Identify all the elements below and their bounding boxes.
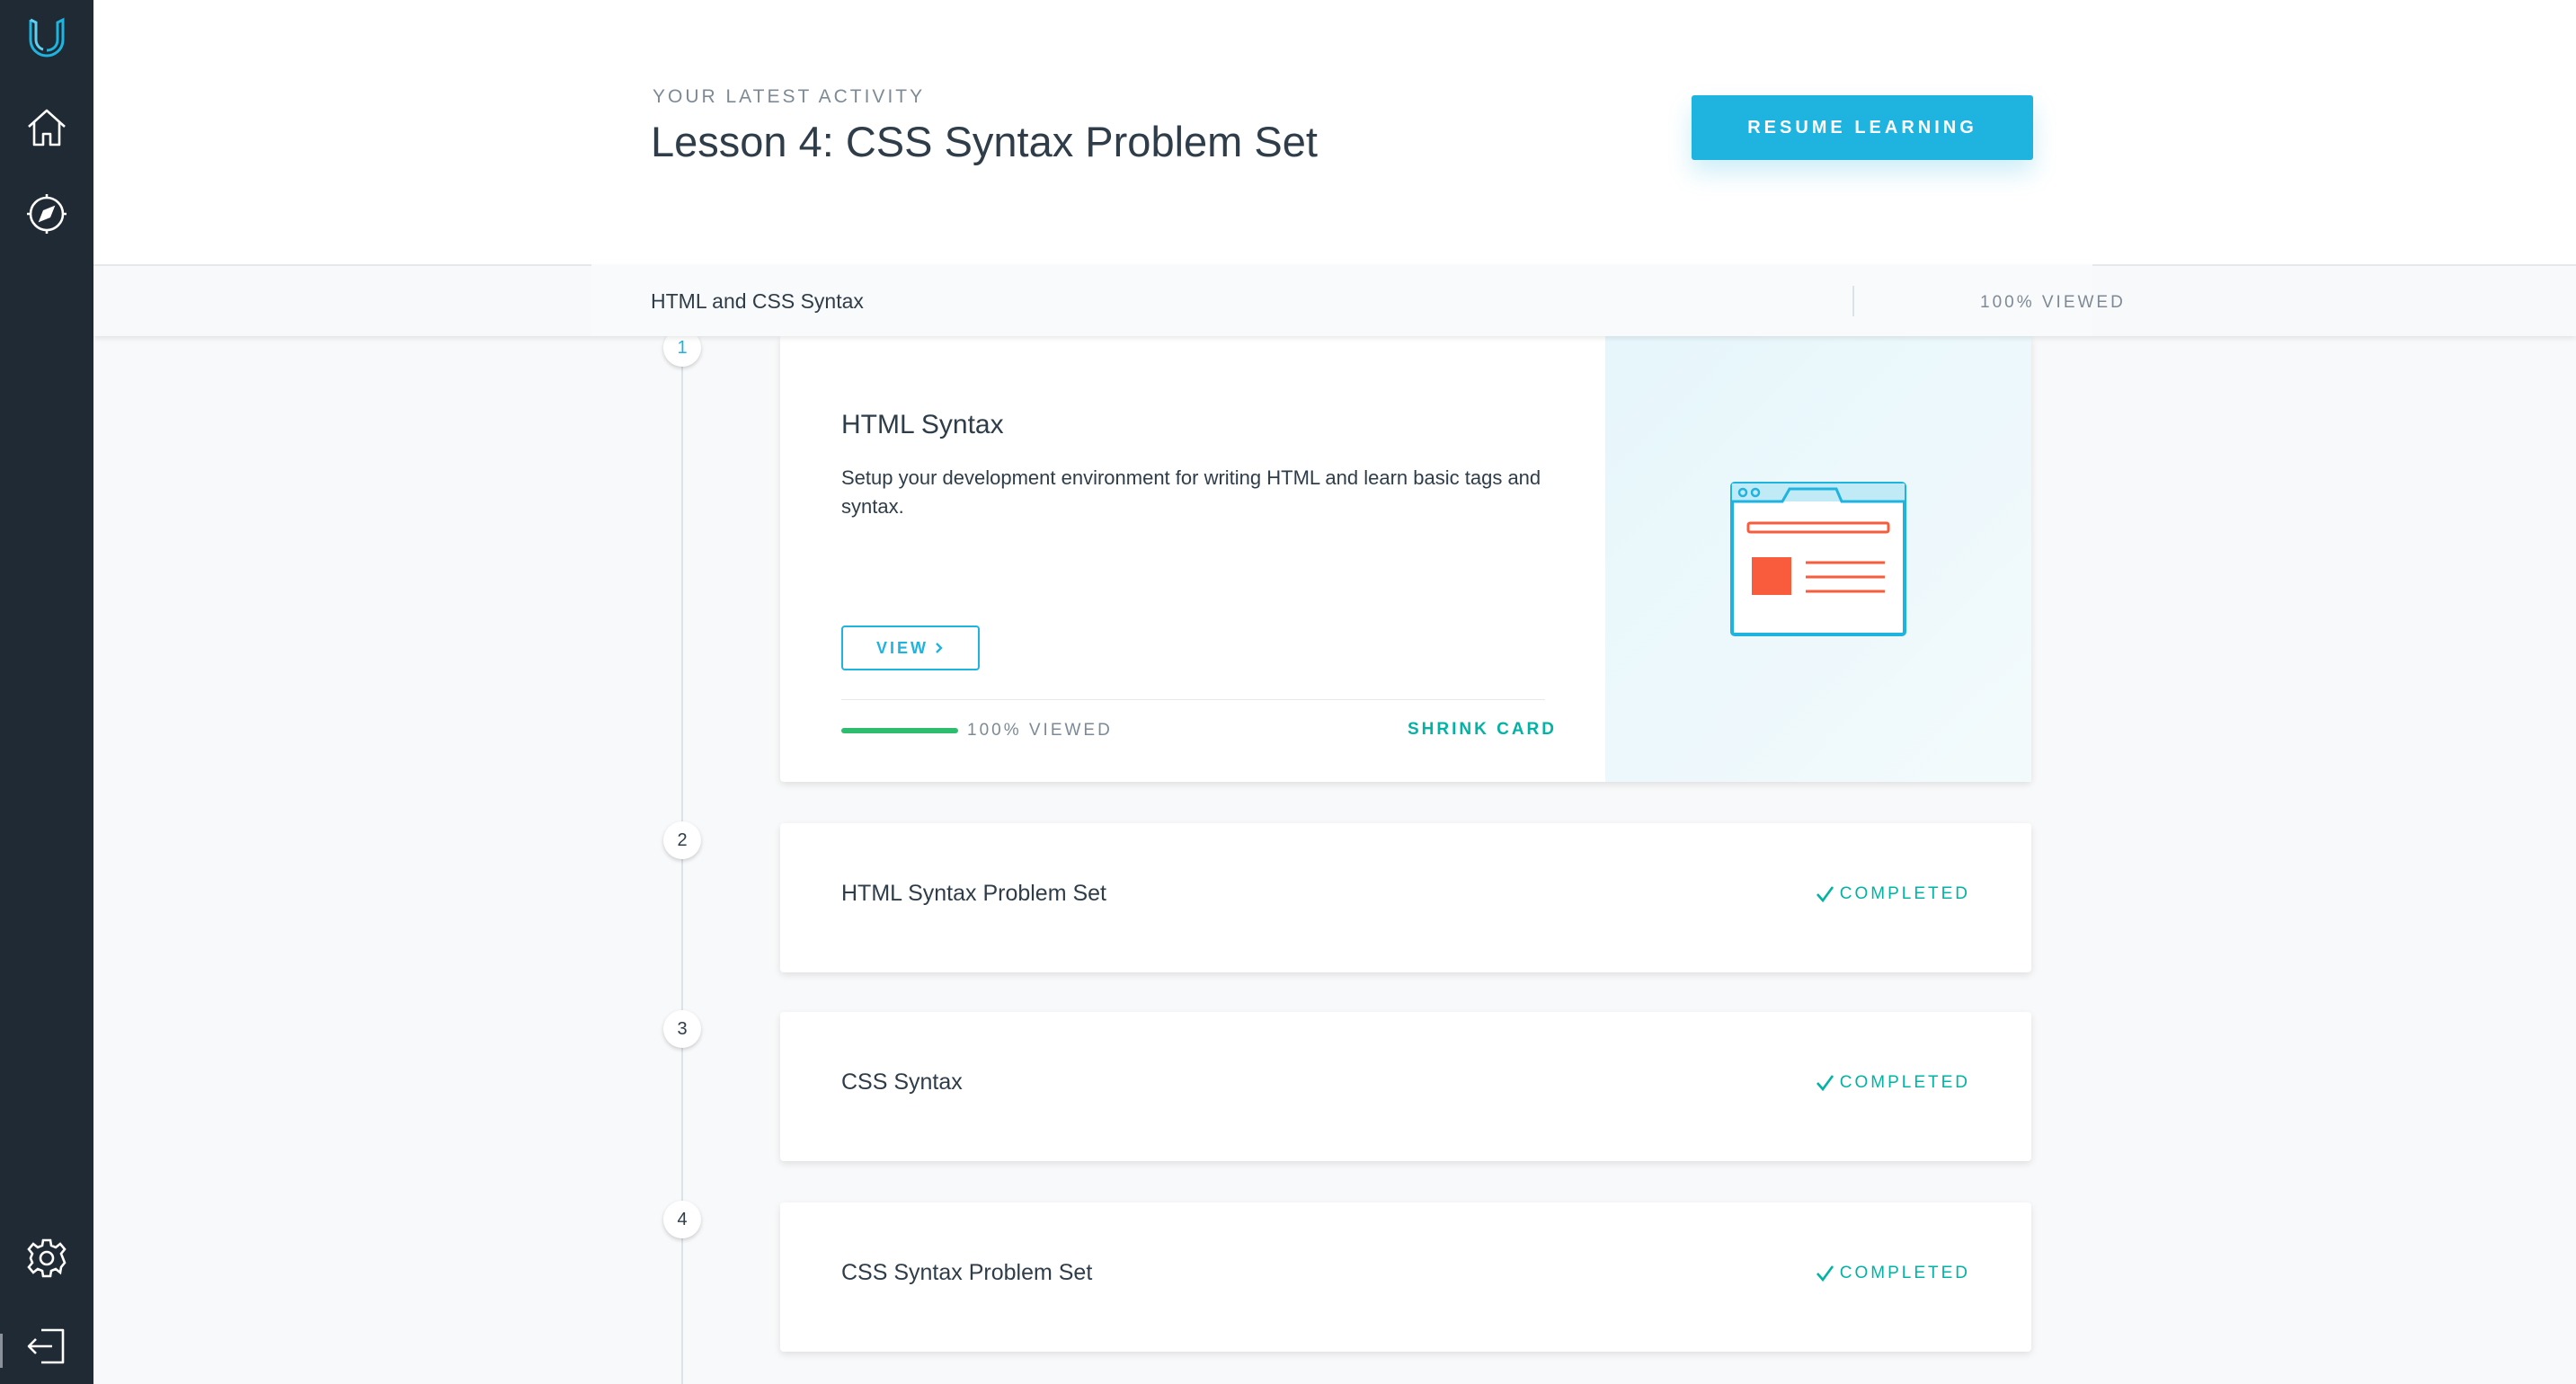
checkmark-icon	[1816, 886, 1834, 903]
resume-learning-button[interactable]: RESUME LEARNING	[1692, 95, 2033, 160]
completed-status: COMPLETED	[1815, 1073, 1970, 1093]
logout-icon[interactable]	[22, 1321, 72, 1371]
card-divider	[841, 699, 1545, 700]
lesson-title[interactable]: HTML Syntax	[841, 410, 1004, 440]
gear-icon[interactable]	[22, 1233, 72, 1283]
compass-icon[interactable]	[22, 189, 72, 239]
lesson-progress-text: 100% VIEWED	[967, 721, 1113, 740]
lesson-art-panel	[1605, 336, 2031, 782]
status-label: COMPLETED	[1839, 1073, 1970, 1092]
view-button[interactable]: VIEW	[841, 625, 980, 670]
lesson-progress-bar	[841, 728, 958, 733]
latest-activity-title[interactable]: Lesson 4: CSS Syntax Problem Set	[651, 117, 1318, 166]
lesson-card[interactable]: CSS Syntax COMPLETED	[780, 1012, 2031, 1161]
active-indicator	[0, 1334, 3, 1368]
lesson-number-badge: 2	[663, 821, 701, 859]
lesson-title[interactable]: CSS Syntax Problem Set	[841, 1260, 1092, 1286]
lesson-card-expanded[interactable]: HTML Syntax Setup your development envir…	[780, 336, 2031, 782]
lesson-description: Setup your development environment for w…	[841, 466, 1541, 518]
chevron-right-icon	[936, 643, 943, 653]
shrink-card-link[interactable]: SHRINK CARD	[1408, 720, 1557, 740]
lesson-number-badge: 4	[663, 1201, 701, 1238]
completed-status: COMPLETED	[1815, 884, 1970, 904]
latest-activity-label: YOUR LATEST ACTIVITY	[653, 86, 926, 107]
lesson-card[interactable]: CSS Syntax Problem Set COMPLETED	[780, 1202, 2031, 1352]
sidebar	[0, 0, 93, 1384]
completed-status: COMPLETED	[1815, 1264, 1970, 1283]
status-label: COMPLETED	[1839, 884, 1970, 903]
lesson-number-badge: 3	[663, 1010, 701, 1048]
checkmark-icon	[1816, 1075, 1834, 1092]
section-title: HTML and CSS Syntax	[651, 289, 864, 313]
latest-activity-header: YOUR LATEST ACTIVITY Lesson 4: CSS Synta…	[93, 0, 2576, 266]
status-label: COMPLETED	[1839, 1264, 1970, 1282]
lesson-title[interactable]: CSS Syntax	[841, 1069, 963, 1096]
udacity-logo-icon[interactable]	[22, 11, 72, 61]
home-icon[interactable]	[22, 102, 72, 153]
browser-window-illustration	[1730, 482, 1906, 636]
view-button-label: VIEW	[875, 638, 928, 657]
section-progress: 100% VIEWED	[1980, 293, 2126, 312]
checkmark-icon	[1816, 1265, 1834, 1282]
lesson-title[interactable]: HTML Syntax Problem Set	[841, 881, 1106, 907]
lesson-progress-fill	[841, 728, 958, 733]
lesson-card[interactable]: HTML Syntax Problem Set COMPLETED	[780, 823, 2031, 972]
section-divider	[1852, 286, 1854, 316]
section-bar: HTML and CSS Syntax 100% VIEWED	[93, 264, 2576, 336]
